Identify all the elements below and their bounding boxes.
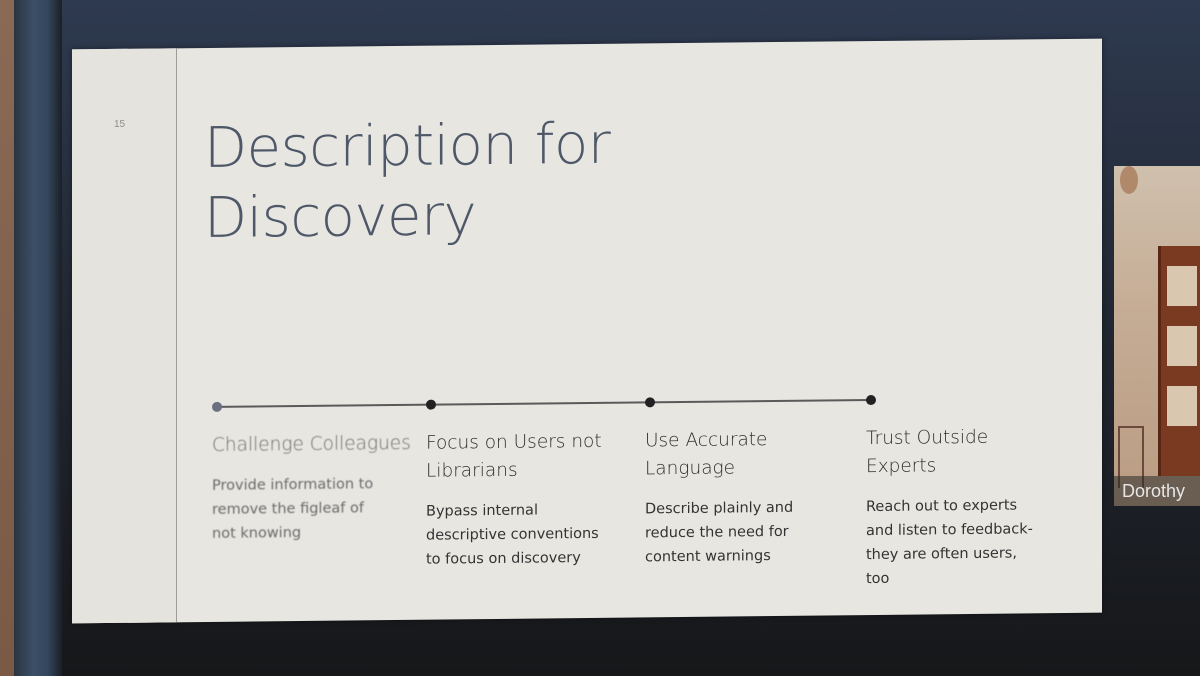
slide-number: 15 (114, 118, 126, 130)
slide-title: Description for Discovery (204, 108, 804, 254)
monitor-bezel (14, 0, 62, 676)
column-body: Bypass internal descriptive conventions … (426, 502, 599, 568)
background-wall (0, 0, 14, 676)
timeline (212, 394, 876, 412)
slide-title-line-1: Description for (204, 111, 611, 182)
column-title: Challenge Colleagues (212, 432, 411, 456)
column-challenge-colleagues: Challenge Colleagues Provide information… (212, 430, 417, 546)
timeline-dot-icon (645, 397, 655, 408)
column-use-accurate-language: Use Accurate Language Describe plainly a… (645, 425, 850, 569)
presentation-slide: 15 Description for Discovery Challenge C… (72, 38, 1102, 624)
column-title: Use Accurate Language (645, 429, 768, 480)
participant-name-label: Dorothy (1114, 476, 1200, 506)
video-bookshelf (1158, 246, 1200, 476)
timeline-line (216, 399, 870, 408)
column-body: Reach out to experts and listen to feedb… (866, 497, 1033, 588)
column-body: Describe plainly and reduce the need for… (645, 499, 794, 566)
column-trust-outside-experts: Trust Outside Experts Reach out to exper… (866, 423, 1071, 591)
column-focus-on-users: Focus on Users not Librarians Bypass int… (426, 428, 631, 572)
participant-video-tile[interactable]: Dorothy (1114, 166, 1200, 506)
timeline-dot-icon (866, 394, 876, 406)
slide-title-line-2: Discovery (204, 183, 477, 252)
video-lamp (1120, 166, 1138, 194)
timeline-dot-icon (426, 399, 436, 410)
slide-gutter: 15 (72, 48, 177, 624)
column-title: Trust Outside Experts (866, 426, 989, 478)
column-body: Provide information to remove the figlea… (212, 476, 374, 542)
timeline-dot-icon (212, 401, 222, 412)
column-title: Focus on Users not Librarians (426, 430, 602, 482)
